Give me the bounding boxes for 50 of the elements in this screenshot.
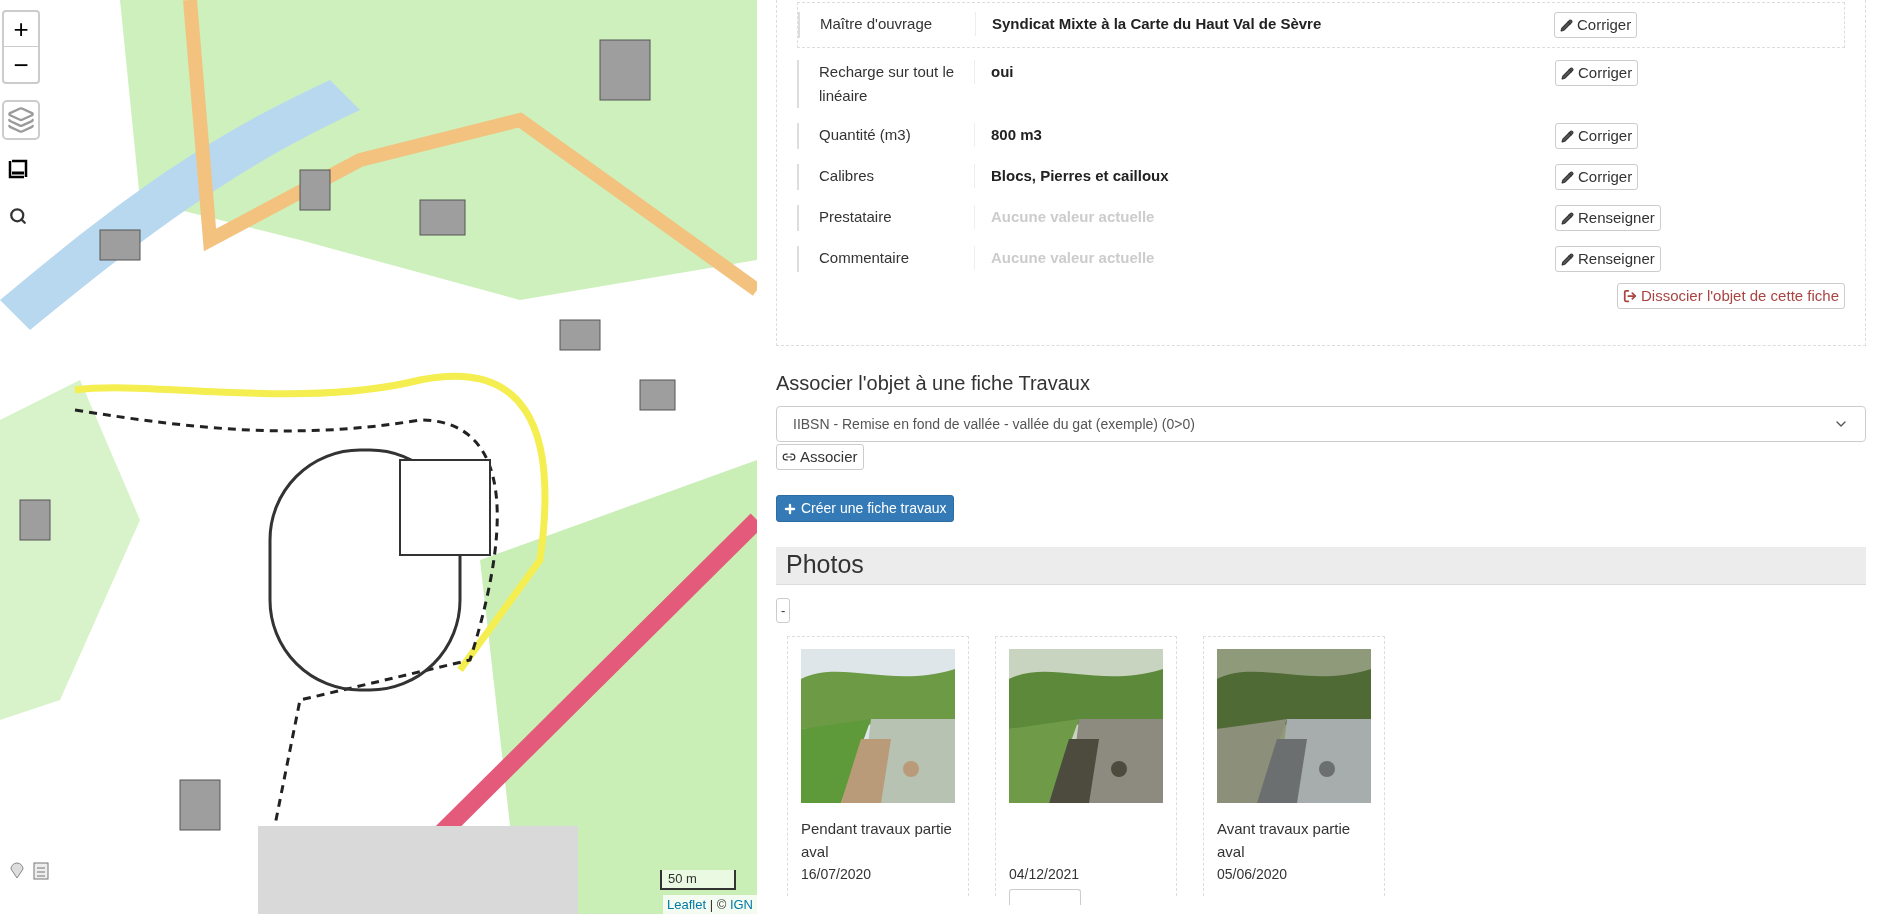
work-sheet-select[interactable]: IIBSN - Remise en fond de vallée - vallée du gat (exemple) (0>0) bbox=[776, 406, 1866, 442]
zoom-out-button[interactable]: − bbox=[4, 47, 38, 82]
collapse-button[interactable]: - bbox=[776, 597, 791, 623]
field-label: Recharge sur tout le linéaire bbox=[819, 63, 955, 104]
photo-action-button[interactable] bbox=[1009, 888, 1081, 905]
pencil-icon bbox=[1561, 66, 1574, 80]
create-button[interactable]: Créer une fiche travaux bbox=[776, 495, 954, 522]
field-value: 800 m3 bbox=[991, 126, 1042, 143]
field-label: Calibres bbox=[819, 167, 875, 184]
edit-button[interactable]: Corriger bbox=[1555, 164, 1639, 190]
pencil-icon bbox=[1560, 18, 1573, 32]
location-pin-icon bbox=[10, 861, 24, 879]
pencil-icon bbox=[1561, 129, 1574, 143]
pencil-icon bbox=[1561, 211, 1574, 225]
pencil-icon bbox=[1561, 252, 1574, 266]
field-label: Maître d'ouvrage bbox=[820, 15, 933, 32]
section-heading: Associer l'objet à une fiche Travaux bbox=[776, 371, 1091, 396]
edit-button[interactable]: Corriger bbox=[1554, 12, 1638, 38]
photo-caption: Pendant travaux partie aval bbox=[801, 818, 953, 862]
photo-date: 16/07/2020 bbox=[801, 864, 873, 884]
photo-date: 05/06/2020 bbox=[1217, 864, 1289, 884]
dissociate-button[interactable]: Dissocier l'objet de cette fiche bbox=[1617, 283, 1845, 309]
ruler-icon bbox=[8, 159, 28, 179]
layers-icon bbox=[7, 106, 35, 134]
fill-in-button[interactable]: Renseigner bbox=[1555, 246, 1661, 272]
ign-link[interactable]: IGN bbox=[729, 896, 753, 912]
field-label: Prestataire bbox=[819, 208, 892, 225]
link-icon bbox=[782, 450, 796, 464]
edit-button[interactable]: Corriger bbox=[1555, 60, 1639, 86]
section-title: Photos bbox=[786, 549, 864, 581]
photo-date: 04/12/2021 bbox=[1009, 864, 1081, 884]
fill-in-button[interactable]: Renseigner bbox=[1555, 205, 1661, 231]
layers-button[interactable] bbox=[2, 100, 40, 140]
plus-icon bbox=[783, 501, 797, 516]
field-label: Quantité (m3) bbox=[819, 126, 911, 143]
field-value: Syndicat Mixte à la Carte du Haut Val de Sèvre bbox=[992, 15, 1322, 32]
photo-caption: Avant travaux partie aval bbox=[1217, 818, 1352, 862]
search-icon bbox=[9, 207, 27, 225]
pencil-icon bbox=[1561, 170, 1574, 184]
scale-bar: 50 m bbox=[660, 870, 736, 890]
field-value: oui bbox=[991, 63, 1014, 80]
map-attribution: Leaflet | © IGN bbox=[663, 894, 757, 914]
leaflet-link[interactable]: Leaflet bbox=[667, 896, 707, 912]
exit-icon bbox=[1623, 289, 1638, 303]
zoom-in-button[interactable]: + bbox=[4, 12, 38, 47]
field-label: Commentaire bbox=[819, 249, 910, 266]
edit-button[interactable]: Corriger bbox=[1555, 123, 1639, 149]
field-value: Blocs, Pierres et cailloux bbox=[991, 167, 1169, 184]
legend-icon bbox=[33, 862, 49, 880]
associate-button[interactable]: Associer bbox=[776, 444, 864, 470]
